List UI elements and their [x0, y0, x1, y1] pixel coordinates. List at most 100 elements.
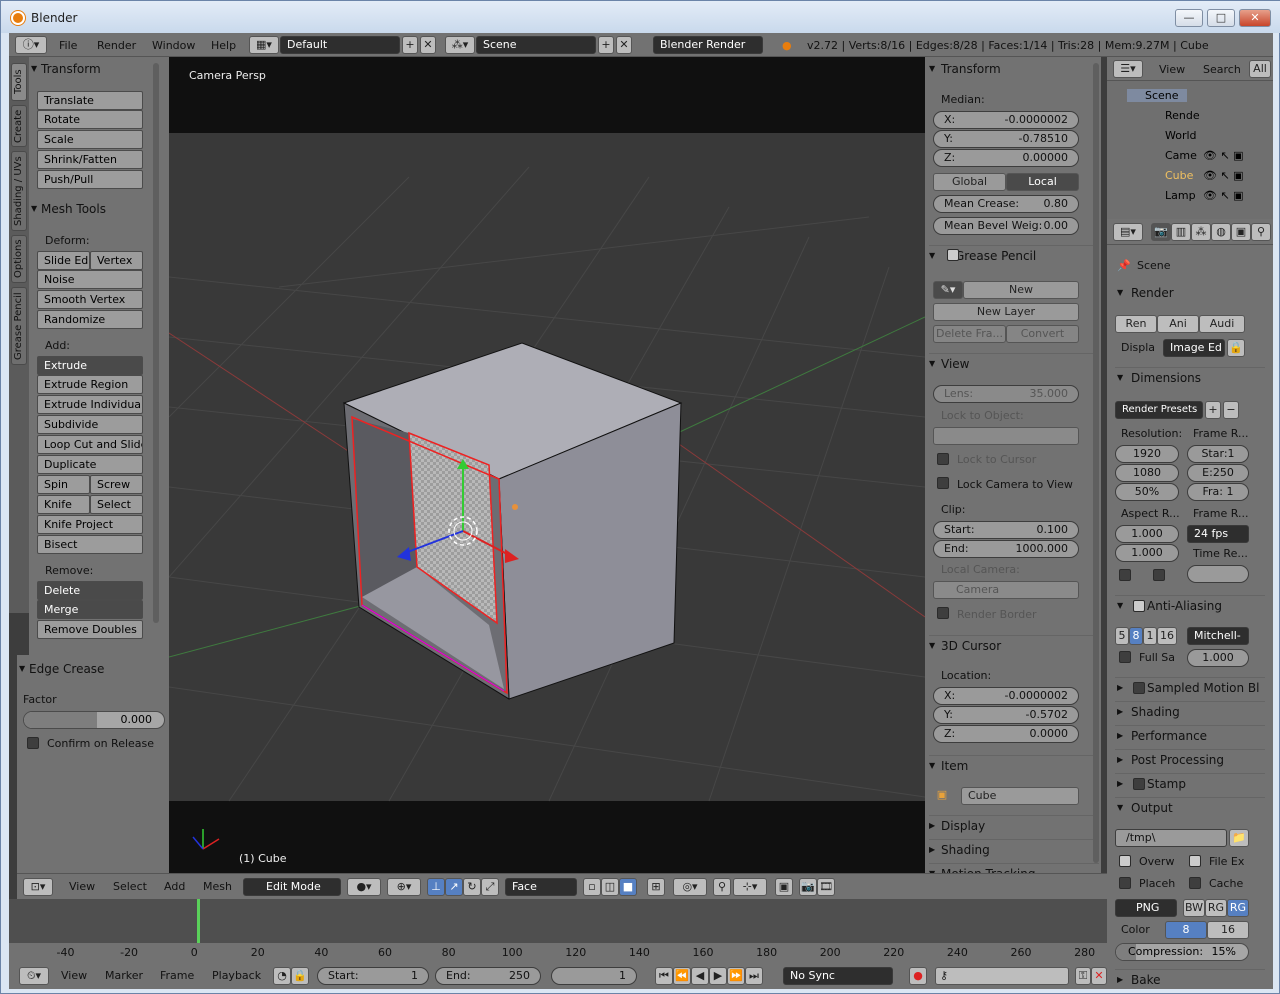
delete-keyframe-icon[interactable]: ✕ — [1091, 967, 1107, 985]
render-section-header[interactable]: Render — [1115, 283, 1265, 303]
push-pull-button[interactable]: Push/Pull — [37, 170, 143, 189]
render-animation-button[interactable]: Ani — [1157, 315, 1199, 333]
vertex-select-icon[interactable]: ▫ — [583, 878, 601, 896]
menu-file[interactable]: File — [59, 39, 77, 52]
outliner-lamp[interactable]: Lamp — [1165, 189, 1196, 202]
world-context-icon[interactable]: ◍ — [1211, 223, 1231, 241]
scene-context-icon[interactable]: ⁂ — [1191, 223, 1211, 241]
sync-select[interactable]: No Sync — [783, 967, 893, 985]
slide-edge-button[interactable]: Slide Ed — [37, 251, 90, 270]
noise-button[interactable]: Noise — [37, 270, 143, 289]
end-frame-field[interactable]: End: 250 — [435, 967, 541, 985]
view-section-header[interactable]: View — [929, 353, 1099, 374]
convert-button[interactable]: Convert — [1006, 325, 1079, 343]
face-select-icon[interactable]: ■ — [619, 878, 637, 896]
remove-layout-icon[interactable]: ✕ — [420, 36, 436, 54]
item-header[interactable]: Item — [929, 755, 1099, 776]
tl-frame-menu[interactable]: Frame — [160, 969, 194, 982]
outliner-display-select[interactable]: All — [1249, 60, 1271, 78]
screw-button[interactable]: Screw — [90, 475, 143, 494]
minimize-button[interactable]: — — [1175, 9, 1203, 27]
display-select[interactable]: Image Ed — [1163, 339, 1225, 357]
render-audio-button[interactable]: Audi — [1199, 315, 1245, 333]
next-keyframe-icon[interactable]: ⏩ — [727, 967, 745, 985]
scene-icon[interactable]: ⁂▾ — [445, 36, 475, 54]
loop-cut-button[interactable]: Loop Cut and Slide — [37, 435, 143, 454]
file-extension-checkbox[interactable] — [1189, 855, 1201, 867]
render-border-checkbox[interactable] — [937, 607, 949, 619]
stamp-checkbox[interactable] — [1133, 778, 1145, 790]
camera-visibility-icon[interactable]: 👁 ↖ ▣ — [1203, 149, 1244, 162]
full-sample-checkbox[interactable] — [1119, 651, 1131, 663]
vp-select-menu[interactable]: Select — [113, 880, 147, 893]
global-toggle[interactable]: Global — [933, 173, 1006, 191]
clip-end-field[interactable]: End: 1000.000 — [933, 540, 1079, 558]
prev-keyframe-icon[interactable]: ⏪ — [673, 967, 691, 985]
menu-render[interactable]: Render — [97, 39, 136, 52]
outliner-search-menu[interactable]: Search — [1203, 63, 1241, 76]
tl-view-menu[interactable]: View — [61, 969, 87, 982]
pencil-icon[interactable]: ✎▾ — [933, 281, 963, 299]
current-frame-field[interactable]: 1 — [551, 967, 637, 985]
menu-window[interactable]: Window — [152, 39, 195, 52]
extrude-button[interactable]: Extrude — [37, 356, 143, 375]
shading-mode-icon[interactable]: ●▾ — [347, 878, 381, 896]
close-button[interactable]: ✕ — [1239, 9, 1271, 27]
motion-tracking-header[interactable]: Motion Tracking — [929, 863, 1099, 873]
tab-grease-pencil[interactable]: Grease Pencil — [11, 287, 27, 365]
constraint-context-icon[interactable]: ⚲ — [1251, 223, 1271, 241]
aa-filter-select[interactable]: Mitchell- — [1187, 627, 1249, 645]
shrink-fatten-button[interactable]: Shrink/Fatten — [37, 150, 143, 169]
clip-start-field[interactable]: Start: 0.100 — [933, 521, 1079, 539]
lock-cursor-checkbox[interactable] — [937, 453, 949, 465]
play-icon[interactable]: ▶ — [709, 967, 727, 985]
object-context-icon[interactable]: ▣ — [1231, 223, 1251, 241]
lock-interface-icon[interactable]: 🔒 — [1227, 339, 1245, 357]
tl-marker-menu[interactable]: Marker — [105, 969, 143, 982]
edge-select-icon[interactable]: ◫ — [601, 878, 619, 896]
timeline[interactable]: -40 -20 0 20 40 60 80 100 120 140 160 180 200 220 240 2… — [9, 899, 1107, 963]
manipulator-icon[interactable]: ⊥ — [427, 878, 445, 896]
viewport-editor-icon[interactable]: ⊡▾ — [23, 878, 53, 896]
bisect-button[interactable]: Bisect — [37, 535, 143, 554]
maximize-button[interactable]: □ — [1207, 9, 1235, 27]
tab-tools[interactable]: Tools — [11, 63, 27, 101]
n-transform-header[interactable]: Transform — [929, 59, 1099, 79]
knife-select-button[interactable]: Select — [90, 495, 143, 514]
frame-step-field[interactable]: Fra: 1 — [1187, 483, 1249, 501]
proportional-edit-icon[interactable]: ◎▾ — [673, 878, 707, 896]
start-frame-field[interactable]: Start: 1 — [317, 967, 429, 985]
median-y-field[interactable]: Y: -0.78510 — [933, 130, 1079, 148]
edge-crease-header[interactable]: Edge Crease — [17, 659, 169, 679]
jump-end-icon[interactable]: ⏭ — [745, 967, 763, 985]
outliner-scene[interactable]: Scene — [1127, 89, 1187, 102]
3d-viewport[interactable]: Camera Persp (1) Cube — [169, 57, 925, 873]
lamp-visibility-icon[interactable]: 👁 ↖ ▣ — [1203, 189, 1244, 202]
jump-start-icon[interactable]: ⏮ — [655, 967, 673, 985]
mode-select[interactable]: Edit Mode — [243, 878, 341, 896]
mean-crease-field[interactable]: Mean Crease: 0.80 — [933, 195, 1079, 213]
aspect-x-field[interactable]: 1.000 — [1115, 525, 1179, 543]
bw-button[interactable]: BW — [1183, 899, 1205, 917]
remove-scene-icon[interactable]: ✕ — [616, 36, 632, 54]
cache-checkbox[interactable] — [1189, 877, 1201, 889]
aa-11-button[interactable]: 1 — [1143, 627, 1157, 645]
output-path-field[interactable]: /tmp\ — [1115, 829, 1227, 847]
tab-options[interactable]: Options — [11, 235, 27, 283]
render-image-icon[interactable]: 📷 — [799, 878, 817, 896]
merge-button[interactable]: Merge — [37, 600, 143, 619]
grease-pencil-checkbox[interactable] — [947, 249, 959, 261]
viewport-canvas[interactable] — [169, 57, 925, 873]
resolution-x-field[interactable]: 1920 — [1115, 445, 1179, 463]
play-reverse-icon[interactable]: ◀ — [691, 967, 709, 985]
preview-range-icon[interactable]: ◔ — [273, 967, 291, 985]
render-anim-icon[interactable]: 🎞 — [817, 878, 835, 896]
properties-editor-icon[interactable]: ▤▾ — [1113, 223, 1143, 241]
lock-camera-checkbox[interactable] — [937, 477, 949, 489]
layout-field[interactable]: Default — [280, 36, 400, 54]
randomize-button[interactable]: Randomize — [37, 310, 143, 329]
bake-header[interactable]: Bake — [1115, 969, 1265, 989]
item-name-field[interactable]: Cube — [961, 787, 1079, 805]
outliner-camera[interactable]: Came — [1165, 149, 1197, 162]
current-frame-marker[interactable] — [197, 899, 200, 943]
